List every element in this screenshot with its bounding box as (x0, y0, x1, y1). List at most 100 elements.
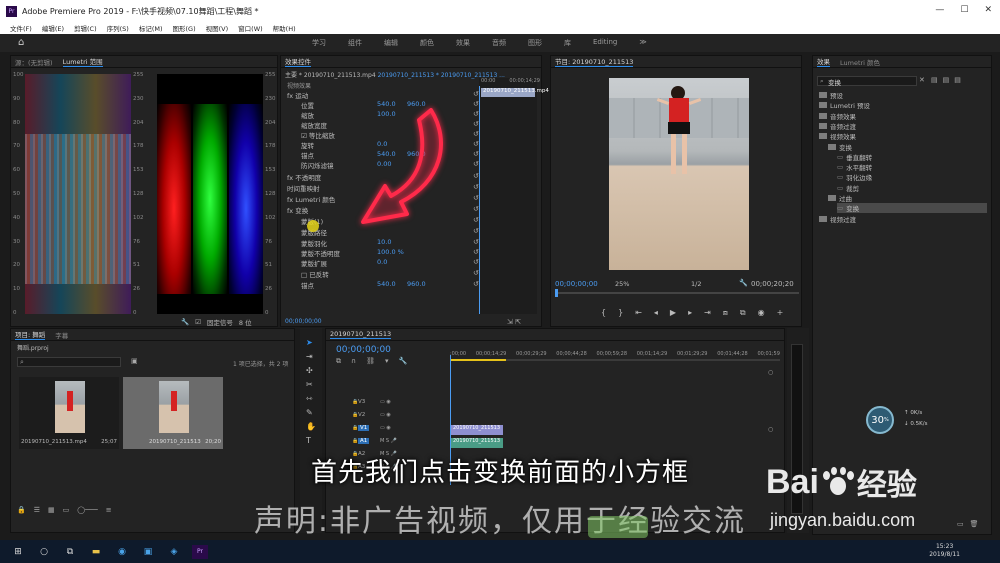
effects-tree-item[interactable]: 视频过渡 (819, 214, 856, 224)
export-frame-icon[interactable]: ◉ (758, 308, 765, 318)
program-timecode[interactable]: 00;00;00;00 (555, 280, 598, 288)
search-icon[interactable]: ○ (36, 545, 52, 559)
effect-property-row[interactable]: ☑ 等比缩放 ↺ (287, 130, 479, 140)
hand-tool-icon[interactable]: ✋ (306, 422, 316, 431)
workspace-editing-en[interactable]: Editing (593, 38, 617, 48)
slip-tool-icon[interactable]: ⇿ (306, 394, 313, 403)
tab-source[interactable]: 源：(无剪辑) (15, 57, 53, 67)
reset-icon[interactable]: ↺ (473, 183, 479, 191)
zoom-select[interactable]: 25% (615, 280, 629, 288)
pen-tool-icon[interactable]: ✎ (306, 408, 313, 417)
timeline-track[interactable]: 🔒 V3 ▭ ◉ (326, 399, 766, 410)
go-to-in-icon[interactable]: ⇤ (635, 308, 642, 318)
tab-effects[interactable]: 效果 (817, 56, 830, 67)
track-label[interactable]: V2 (358, 412, 365, 418)
timeline-track[interactable]: 🔒 A1 M S 🎤 (326, 438, 766, 449)
mark-out-icon[interactable]: } (618, 308, 623, 318)
workspace-audio[interactable]: 音频 (492, 38, 506, 48)
workspace-color[interactable]: 颜色 (420, 38, 434, 48)
program-scrubber[interactable] (555, 292, 799, 294)
effect-property-row[interactable]: fx 运动 ↺ (287, 90, 479, 100)
settings-wrench-icon[interactable]: 🔧 (739, 279, 748, 287)
reset-icon[interactable]: ↺ (473, 238, 479, 246)
effect-property-row[interactable]: fx Lumetri 颜色 ↺ (287, 194, 479, 204)
effects-tree-item[interactable]: 音频过渡 (819, 121, 856, 131)
effect-property-row[interactable]: □ 已反转 ↺ (287, 269, 479, 279)
yuv-effects-icon[interactable]: ▤ (954, 76, 961, 84)
track-select-tool-icon[interactable]: ⇥ (306, 352, 313, 361)
track-mute-solo-icon[interactable]: M S 🎤 (380, 438, 397, 444)
home-icon[interactable]: ⌂ (18, 37, 24, 48)
premiere-taskbar-icon[interactable]: Pr (192, 544, 208, 559)
effect-property-row[interactable]: 旋转 0.0 ↺ (287, 140, 479, 150)
menu-file[interactable]: 文件(F) (10, 23, 32, 33)
track-label[interactable]: A1 (358, 438, 370, 444)
menu-sequence[interactable]: 序列(S) (107, 23, 129, 33)
play-icon[interactable]: ▶ (670, 308, 676, 318)
project-item-clip[interactable]: 20190710_211513.mp4 25;07 (19, 377, 119, 449)
menu-window[interactable]: 窗口(W) (238, 23, 263, 33)
workspace-editing[interactable]: 编辑 (384, 38, 398, 48)
wrench-icon[interactable]: 🔧 (181, 318, 189, 326)
reset-icon[interactable]: ↺ (473, 110, 479, 118)
reset-icon[interactable]: ↺ (473, 130, 479, 138)
project-item-sequence[interactable]: 20190710_211513 20;20 (123, 377, 223, 449)
add-marker-icon[interactable]: ▾ (385, 357, 389, 366)
workspace-learn[interactable]: 学习 (312, 38, 326, 48)
track-visibility-icon[interactable]: ▭ ◉ (380, 412, 391, 418)
effect-property-row[interactable]: 蒙版羽化 10.0 ↺ (287, 238, 479, 248)
workspace-effects[interactable]: 效果 (456, 38, 470, 48)
timeline-timecode[interactable]: 00;00;00;00 (336, 345, 391, 355)
a1-clip[interactable]: 20190710_211513 (451, 438, 503, 448)
reset-icon[interactable]: ↺ (473, 194, 479, 202)
effect-property-row[interactable]: 防闪烁滤镜 0.00 ↺ (287, 160, 479, 170)
effects-tree-item[interactable]: ▭ 垂直翻转 (837, 152, 872, 162)
effects-tree-item[interactable]: ▭ 羽化边缘 (837, 172, 872, 182)
ec-timecode[interactable]: 00;00;00;00 (285, 318, 322, 325)
track-label[interactable]: V1 (358, 425, 370, 431)
accelerated-effects-icon[interactable]: ▤ (931, 76, 938, 84)
maximize-button[interactable]: ☐ (960, 5, 968, 15)
effects-search-input[interactable]: ⌕ 变换 (817, 76, 917, 87)
tab-program[interactable]: 节目: 20190710_211513 (555, 56, 634, 67)
ec-playhead[interactable] (479, 86, 480, 314)
tab-lumetri-scopes[interactable]: Lumetri 范围 (62, 56, 103, 67)
extract-icon[interactable]: ⧉ (740, 308, 746, 318)
ec-export-icon[interactable]: ⇲ ⇱ (507, 318, 521, 326)
task-view-icon[interactable]: ⧉ (62, 545, 78, 559)
ec-clip-bar[interactable]: 20190710_211513.mp4 (481, 88, 549, 97)
reset-icon[interactable]: ↺ (473, 258, 479, 266)
tab-lumetri-color[interactable]: Lumetri 颜色 (840, 57, 880, 67)
reset-icon[interactable]: ↺ (473, 269, 479, 277)
property-value[interactable]: 100.0 % (377, 248, 404, 256)
track-label[interactable]: V3 (358, 399, 365, 405)
reset-icon[interactable]: ↺ (473, 150, 479, 158)
clear-search-icon[interactable]: ✕ (919, 76, 925, 84)
step-back-icon[interactable]: ◂ (654, 308, 658, 318)
menu-edit[interactable]: 编辑(E) (42, 23, 64, 33)
type-tool-icon[interactable]: T (306, 436, 311, 445)
timeline-settings-icon[interactable]: 🔧 (399, 357, 408, 366)
taskbar-clock[interactable]: 15:23 2019/8/11 (929, 543, 960, 559)
effects-tree-item[interactable]: ▭ 水平翻转 (837, 162, 872, 172)
windows-start-icon[interactable]: ⊞ (10, 545, 26, 559)
minimize-button[interactable]: — (935, 5, 944, 15)
reset-icon[interactable]: ↺ (473, 280, 479, 288)
tab-sequence[interactable]: 20190710_211513 (330, 330, 392, 339)
mark-in-icon[interactable]: { (601, 308, 606, 318)
workspace-assembly[interactable]: 组件 (348, 38, 362, 48)
add-button-icon[interactable]: + (777, 308, 784, 318)
menu-view[interactable]: 视图(V) (206, 23, 229, 33)
effects-tree-item[interactable]: 预设 (819, 90, 843, 100)
resolution-select[interactable]: 1/2 (691, 280, 701, 288)
property-value[interactable]: 540.0 (377, 280, 396, 288)
reset-icon[interactable]: ↺ (473, 100, 479, 108)
effect-property-row[interactable]: 蒙版扩展 0.0 ↺ (287, 258, 479, 268)
effect-property-row[interactable]: fx 不透明度 ↺ (287, 172, 479, 182)
effect-property-row[interactable]: 锚点 540.0 960.0 ↺ (287, 280, 479, 290)
nest-icon[interactable]: ⧉ (336, 357, 341, 366)
program-playhead[interactable] (555, 289, 558, 297)
app-icon[interactable]: ▣ (140, 545, 156, 559)
reset-icon[interactable]: ↺ (473, 227, 479, 235)
menu-markers[interactable]: 标记(M) (139, 23, 163, 33)
